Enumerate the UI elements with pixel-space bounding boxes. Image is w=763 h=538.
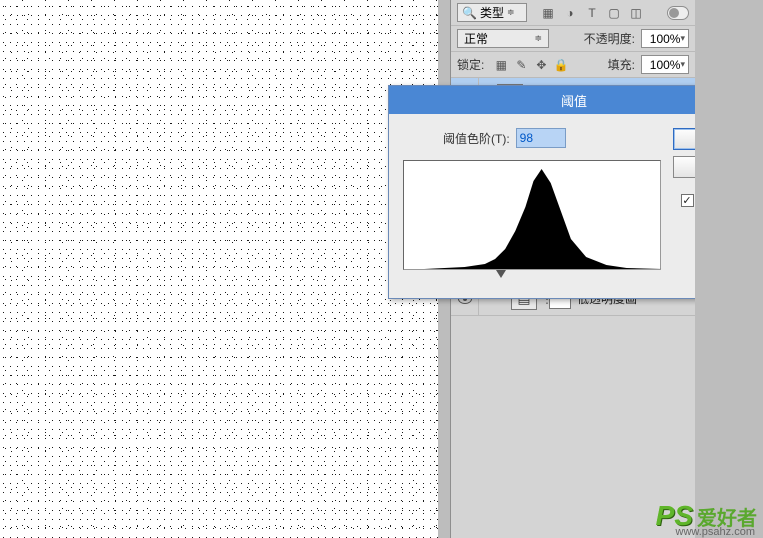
layer-filter-select[interactable]: 🔍 类型 ≑ (457, 3, 527, 22)
blend-mode-select[interactable]: 正常 ≑ (457, 29, 549, 48)
filter-pixel-icon[interactable]: ▦ (541, 6, 555, 20)
fill-label: 填充: (608, 56, 635, 73)
lock-paint-icon[interactable]: ✎ (514, 58, 528, 72)
preview-checkbox[interactable]: ✓ (681, 194, 694, 207)
histogram-chart (404, 169, 662, 269)
lock-all-icon[interactable]: 🔒 (554, 58, 568, 72)
lock-row: 锁定: ▦ ✎ ✥ 🔒 填充: 100%▾ (451, 52, 695, 78)
threshold-label: 阈值色阶(T): (443, 130, 510, 147)
fill-value: 100% (650, 58, 681, 72)
slider-thumb[interactable] (496, 270, 506, 278)
filter-smart-icon[interactable]: ◫ (629, 6, 643, 20)
blend-mode-value: 正常 (464, 30, 488, 47)
blend-row: 正常 ≑ 不透明度: 100%▾ (451, 26, 695, 52)
lock-label: 锁定: (457, 56, 484, 73)
filter-text-icon[interactable]: T (585, 6, 599, 20)
caret-icon: ≑ (534, 33, 542, 44)
opacity-input[interactable]: 100%▾ (641, 29, 689, 48)
filter-adjust-icon[interactable]: ◑ (563, 6, 577, 20)
caret-icon: ≑ (507, 7, 515, 18)
opacity-value: 100% (650, 32, 681, 46)
dialog-title: 阈值 (561, 91, 587, 110)
filter-row: 🔍 类型 ≑ ▦ ◑ T ▢ ◫ (451, 0, 695, 26)
threshold-input[interactable] (516, 128, 566, 148)
search-icon: 🔍 (462, 6, 477, 20)
lock-pixels-icon[interactable]: ▦ (494, 58, 508, 72)
caret-icon: ▾ (680, 59, 685, 70)
canvas-texture (0, 0, 438, 538)
lock-icons: ▦ ✎ ✥ 🔒 (494, 58, 568, 72)
watermark-url: www.psahz.com (676, 526, 755, 538)
caret-icon: ▾ (680, 33, 685, 44)
document-canvas[interactable] (0, 0, 438, 538)
lock-position-icon[interactable]: ✥ (534, 58, 548, 72)
filter-shape-icon[interactable]: ▢ (607, 6, 621, 20)
right-gutter (695, 0, 763, 538)
fill-input[interactable]: 100%▾ (641, 55, 689, 74)
threshold-slider[interactable] (403, 270, 661, 284)
histogram (403, 160, 661, 270)
opacity-label: 不透明度: (584, 30, 635, 47)
filter-toggle[interactable] (667, 6, 689, 20)
filter-type-icons: ▦ ◑ T ▢ ◫ (541, 6, 643, 20)
filter-label: 类型 (480, 4, 504, 21)
